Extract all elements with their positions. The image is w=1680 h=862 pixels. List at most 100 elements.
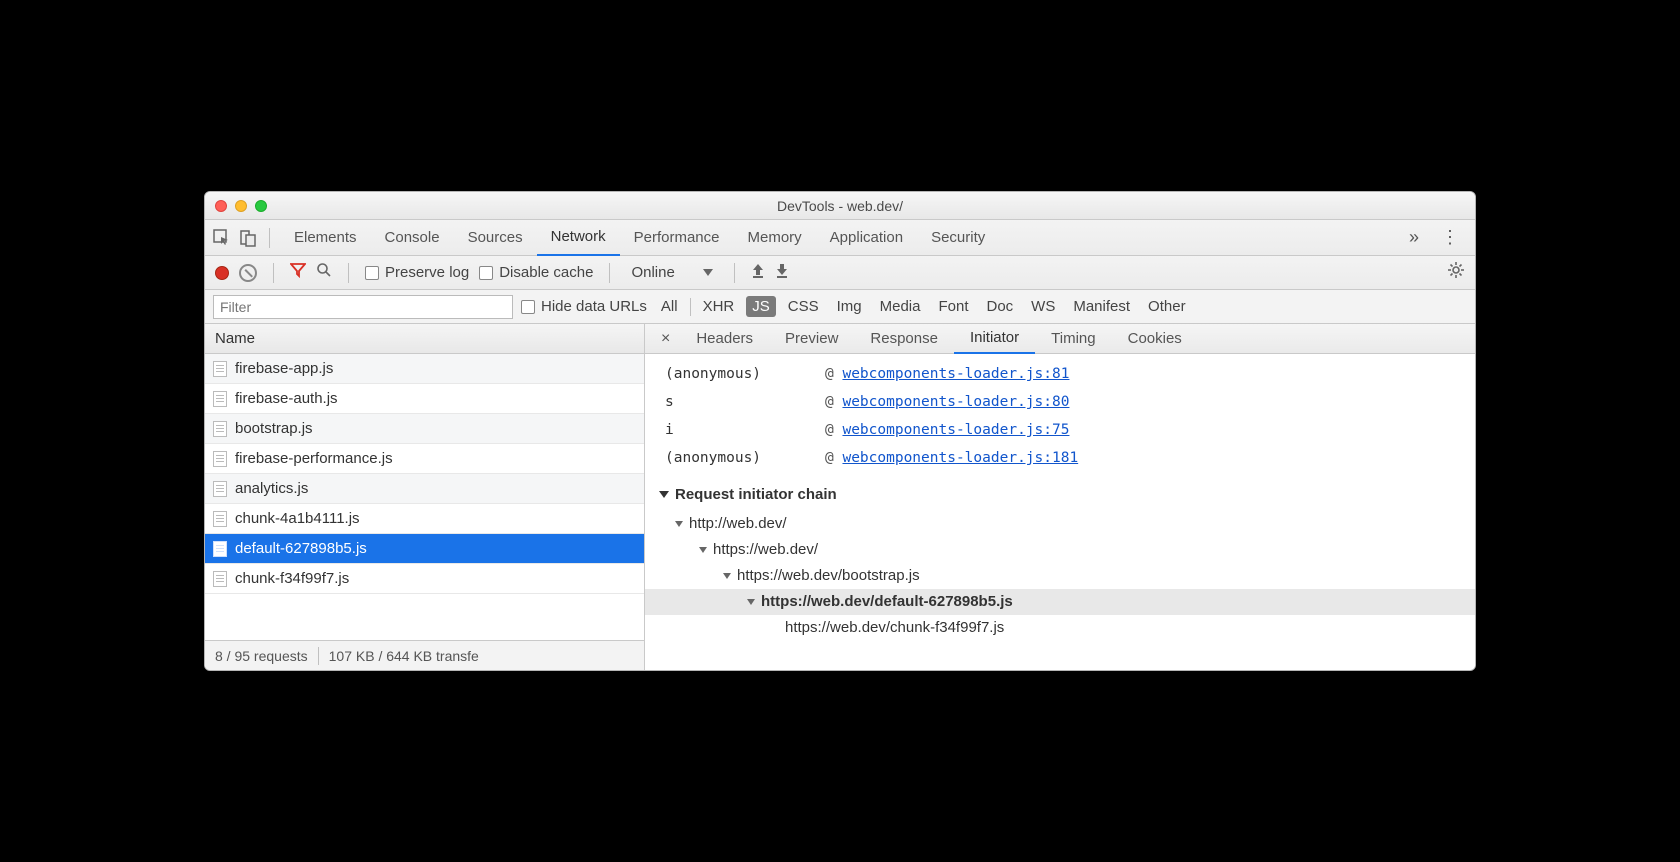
tabs-overflow-button[interactable]: » <box>1401 227 1427 248</box>
chevron-down-icon <box>703 269 713 276</box>
request-name: firebase-app.js <box>235 360 333 377</box>
type-filter-xhr[interactable]: XHR <box>697 296 741 317</box>
preserve-log-checkbox[interactable]: Preserve log <box>365 264 469 281</box>
stack-location: @ webcomponents-loader.js:80 <box>825 388 1069 416</box>
file-icon <box>213 481 227 497</box>
request-name: firebase-performance.js <box>235 450 393 467</box>
filter-bar: Hide data URLs All XHRJS CSS Img MediaFont Do… <box>205 290 1475 324</box>
request-detail-pane: × HeadersPreviewResponseInitiatorTimingC… <box>645 324 1475 670</box>
request-row[interactable]: firebase-performance.js <box>205 444 644 474</box>
panel-tab-sources[interactable]: Sources <box>454 220 537 256</box>
chain-node[interactable]: https://web.dev/default-627898b5.js <box>645 589 1475 615</box>
hide-data-urls-label: Hide data URLs <box>541 298 647 315</box>
request-row[interactable]: chunk-4a1b4111.js <box>205 504 644 534</box>
detail-tab-headers[interactable]: Headers <box>680 324 769 354</box>
type-filter-css[interactable]: CSS <box>782 296 825 317</box>
source-link[interactable]: webcomponents-loader.js:181 <box>842 450 1078 466</box>
status-bar: 8 / 95 requests 107 KB / 644 KB transfe <box>205 640 644 670</box>
panel-tab-elements[interactable]: Elements <box>280 220 371 256</box>
source-link[interactable]: webcomponents-loader.js:80 <box>842 394 1069 410</box>
close-detail-button[interactable]: × <box>651 330 680 348</box>
source-link[interactable]: webcomponents-loader.js:81 <box>842 366 1069 382</box>
detail-tab-preview[interactable]: Preview <box>769 324 854 354</box>
request-row[interactable]: bootstrap.js <box>205 414 644 444</box>
request-name: chunk-4a1b4111.js <box>235 510 360 527</box>
request-name: analytics.js <box>235 480 308 497</box>
chain-url: https://web.dev/chunk-f34f99f7.js <box>785 615 1004 641</box>
request-list-pane: Name firebase-app.js firebase-auth.jsboot… <box>205 324 645 670</box>
chain-node[interactable]: https://web.dev/chunk-f34f99f7.js <box>659 615 1461 641</box>
type-filter-js[interactable]: JS <box>746 296 776 317</box>
stack-function: (anonymous) <box>665 444 805 472</box>
stack-frame: i@ webcomponents-loader.js:75 <box>665 416 1455 444</box>
type-filter-other[interactable]: Other <box>1142 296 1192 317</box>
search-icon[interactable] <box>316 262 332 283</box>
device-toggle-icon[interactable] <box>237 227 259 249</box>
inspect-icon[interactable] <box>211 227 233 249</box>
column-header-name[interactable]: Name <box>205 324 644 354</box>
request-row[interactable]: chunk-f34f99f7.js <box>205 564 644 594</box>
disclosure-triangle-icon <box>723 573 731 579</box>
download-har-icon[interactable] <box>775 262 789 283</box>
file-icon <box>213 571 227 587</box>
detail-tab-cookies[interactable]: Cookies <box>1112 324 1198 354</box>
file-icon <box>213 391 227 407</box>
detail-tab-initiator[interactable]: Initiator <box>954 324 1035 354</box>
panel-tab-performance[interactable]: Performance <box>620 220 734 256</box>
clear-button[interactable] <box>239 264 257 282</box>
chain-url: http://web.dev/ <box>689 511 787 537</box>
request-name: chunk-f34f99f7.js <box>235 570 349 587</box>
request-row[interactable]: analytics.js <box>205 474 644 504</box>
chain-url: https://web.dev/ <box>713 537 818 563</box>
type-filter-img[interactable]: Img <box>831 296 868 317</box>
window-title: DevTools - web.dev/ <box>205 198 1475 214</box>
chain-node[interactable]: http://web.dev/ <box>659 511 1461 537</box>
network-settings-icon[interactable] <box>1447 261 1465 284</box>
type-filter-media[interactable]: Media <box>874 296 927 317</box>
record-button[interactable] <box>215 266 229 280</box>
file-icon <box>213 421 227 437</box>
type-filter-manifest[interactable]: Manifest <box>1067 296 1136 317</box>
type-filter-doc[interactable]: Doc <box>980 296 1019 317</box>
type-filter-ws[interactable]: WS <box>1025 296 1061 317</box>
disable-cache-checkbox[interactable]: Disable cache <box>479 264 593 281</box>
filter-input[interactable] <box>213 295 513 319</box>
type-filter-font[interactable]: Font <box>932 296 974 317</box>
preserve-log-label: Preserve log <box>385 264 469 281</box>
stack-location: @ webcomponents-loader.js:81 <box>825 360 1069 388</box>
disclosure-triangle-icon <box>675 521 683 527</box>
type-filter-all[interactable]: All <box>655 296 684 317</box>
panel-tab-memory[interactable]: Memory <box>734 220 816 256</box>
panel-tab-application[interactable]: Application <box>816 220 917 256</box>
disclosure-triangle-icon <box>699 547 707 553</box>
request-name: default-627898b5.js <box>235 540 367 557</box>
stack-frame: (anonymous) @ webcomponents-loader.js:181 <box>665 444 1455 472</box>
detail-tab-response[interactable]: Response <box>854 324 954 354</box>
chain-node[interactable]: https://web.dev/ <box>659 537 1461 563</box>
separator <box>269 228 270 248</box>
disclosure-triangle-icon <box>747 599 755 605</box>
stack-location: @ webcomponents-loader.js:181 <box>825 444 1078 472</box>
panel-tab-security[interactable]: Security <box>917 220 999 256</box>
filter-toggle-icon[interactable] <box>290 262 306 283</box>
chain-title: Request initiator chain <box>675 486 837 503</box>
request-row[interactable]: default-627898b5.js <box>205 534 644 564</box>
upload-har-icon[interactable] <box>751 262 765 283</box>
request-row[interactable]: firebase-app.js <box>205 354 644 384</box>
panel-tab-network[interactable]: Network <box>537 220 620 256</box>
chain-url: https://web.dev/default-627898b5.js <box>761 589 1013 615</box>
request-row[interactable]: firebase-auth.js <box>205 384 644 414</box>
panel-tab-console[interactable]: Console <box>371 220 454 256</box>
panel-tabstrip: ElementsConsoleSourcesNetworkPerformance… <box>205 220 1475 256</box>
hide-data-urls-checkbox[interactable]: Hide data URLs <box>521 298 647 315</box>
chain-url: https://web.dev/bootstrap.js <box>737 563 920 589</box>
chain-header[interactable]: Request initiator chain <box>645 478 1475 511</box>
separator <box>348 263 349 283</box>
settings-kebab-icon[interactable]: ⋮ <box>1431 227 1469 248</box>
status-transfer: 107 KB / 644 KB transfe <box>329 648 479 664</box>
separator <box>318 647 319 665</box>
detail-tab-timing[interactable]: Timing <box>1035 324 1111 354</box>
throttle-select[interactable]: Online <box>626 261 717 284</box>
source-link[interactable]: webcomponents-loader.js:75 <box>842 422 1069 438</box>
chain-node[interactable]: https://web.dev/bootstrap.js <box>659 563 1461 589</box>
